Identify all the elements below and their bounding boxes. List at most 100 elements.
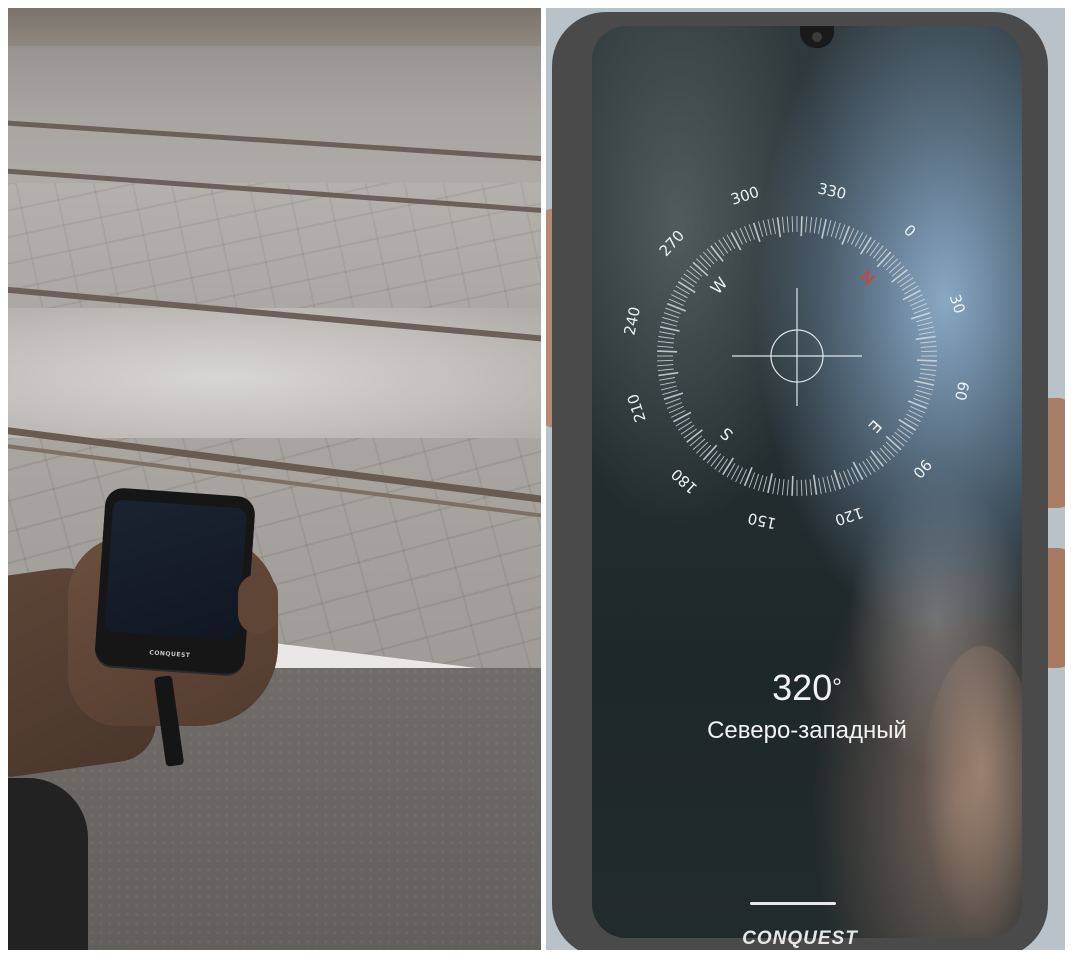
compass-tick [714, 456, 725, 470]
compass-tick [695, 441, 709, 454]
compass-tick [730, 232, 742, 251]
compass-cardinal-label: W [707, 273, 732, 298]
compass-tick [888, 261, 902, 274]
compass-tick [706, 450, 718, 464]
compass-tick [762, 220, 768, 236]
compass-tick [812, 474, 818, 495]
compass-tick [686, 429, 703, 443]
compass-tick [834, 222, 841, 239]
compass-degree-label: 270 [656, 227, 689, 260]
compass-tick [757, 221, 764, 237]
compass-tick [843, 470, 850, 486]
compass-app-screen: 0 30 60 90 120 150 180 210 240 270 300 330 N E S W 320… [592, 26, 1022, 938]
compass-tick [781, 479, 785, 496]
compass-tick [781, 216, 785, 233]
compass-tick [677, 281, 696, 294]
compass-tick [744, 226, 751, 242]
compass-tick [692, 261, 709, 277]
compass-tick [916, 316, 932, 323]
compass-tick [869, 242, 880, 256]
compass-tick [662, 316, 678, 323]
compass-tick [879, 447, 892, 461]
compass-tick [917, 385, 933, 391]
compass-cardinal-label: E [865, 416, 886, 436]
compass-tick [822, 477, 827, 493]
compass-tick [818, 218, 822, 234]
compass-degree-label: 60 [951, 380, 973, 402]
compass-tick [805, 216, 808, 233]
compass-tick [891, 265, 905, 277]
compass-tick [786, 216, 789, 233]
home-indicator[interactable] [750, 902, 836, 905]
compass-tick [876, 248, 888, 262]
compass-tick [838, 472, 846, 488]
compass-tick [872, 245, 884, 259]
compass-degree-label: 240 [620, 305, 644, 337]
compass-tick [821, 218, 827, 239]
compass-tick [898, 418, 917, 431]
photo-compass-app: 0 30 60 90 120 150 180 210 240 270 300 330 N E S W 320… [546, 8, 1065, 950]
compass-tick [897, 428, 911, 439]
compass-tick [885, 441, 899, 454]
thumb [238, 574, 278, 634]
compass-tick [692, 438, 706, 451]
compass-tick [920, 340, 937, 344]
compass-tick [852, 461, 864, 480]
compass-tick [683, 273, 697, 284]
compass-tick [800, 216, 803, 237]
compass-tick [702, 444, 718, 461]
compass-tick [870, 450, 884, 467]
compass-tick [882, 254, 895, 268]
compass-tick [916, 389, 932, 396]
compass-tick [885, 435, 902, 451]
compass-tick [710, 245, 724, 262]
crosshair-icon [732, 288, 862, 406]
compass-tick [748, 472, 756, 488]
compass-tick [777, 478, 781, 495]
compass-tick [661, 385, 677, 391]
compass-tick [876, 450, 888, 464]
compass-tick [826, 220, 832, 236]
compass-tick [915, 335, 936, 341]
compass-tick [865, 458, 876, 473]
compass-tick [662, 389, 678, 396]
compass-tick [767, 473, 773, 494]
compass-tick [718, 239, 729, 254]
compass-degree-label: 0 [900, 221, 919, 241]
compass-tick [657, 368, 674, 372]
compass-tick [902, 289, 921, 301]
heading-direction: Северо-западный [707, 717, 907, 744]
compass-tick [911, 303, 927, 310]
compass-tick [748, 224, 756, 240]
compass-tick [658, 336, 675, 340]
compass-tick [913, 397, 929, 405]
compass-tick [665, 397, 681, 405]
rugged-phone-closeup: 0 30 60 90 120 150 180 210 240 270 300 330 N E S W 320… [552, 12, 1048, 950]
phone-brand-logo: CONQUEST [149, 649, 191, 660]
compass-tick [699, 254, 712, 268]
compass-tick [885, 258, 899, 271]
compass-tick [914, 380, 935, 386]
curb [8, 8, 541, 46]
compass-tick [706, 248, 718, 262]
compass-tick [918, 326, 934, 331]
compass-degree-label: 30 [946, 292, 969, 316]
compass-tick [920, 350, 937, 353]
compass-tick [809, 216, 813, 233]
compass-tick [772, 478, 776, 494]
shadow [8, 778, 88, 950]
compass-tick [657, 340, 674, 344]
compass-degree-label: 210 [624, 392, 650, 425]
compass-tick [920, 368, 937, 372]
compass-tick [791, 216, 794, 233]
compass-tick [699, 444, 712, 458]
compass-tick [826, 476, 832, 492]
compass-tick [665, 307, 681, 315]
compass-tick [776, 217, 782, 238]
compass-tick [800, 479, 803, 496]
compass-tick [818, 478, 822, 494]
compass-tick [659, 377, 675, 381]
compass-tick [689, 265, 703, 277]
compass-tick [722, 457, 735, 476]
heading-degrees-value: 320 [772, 667, 833, 708]
